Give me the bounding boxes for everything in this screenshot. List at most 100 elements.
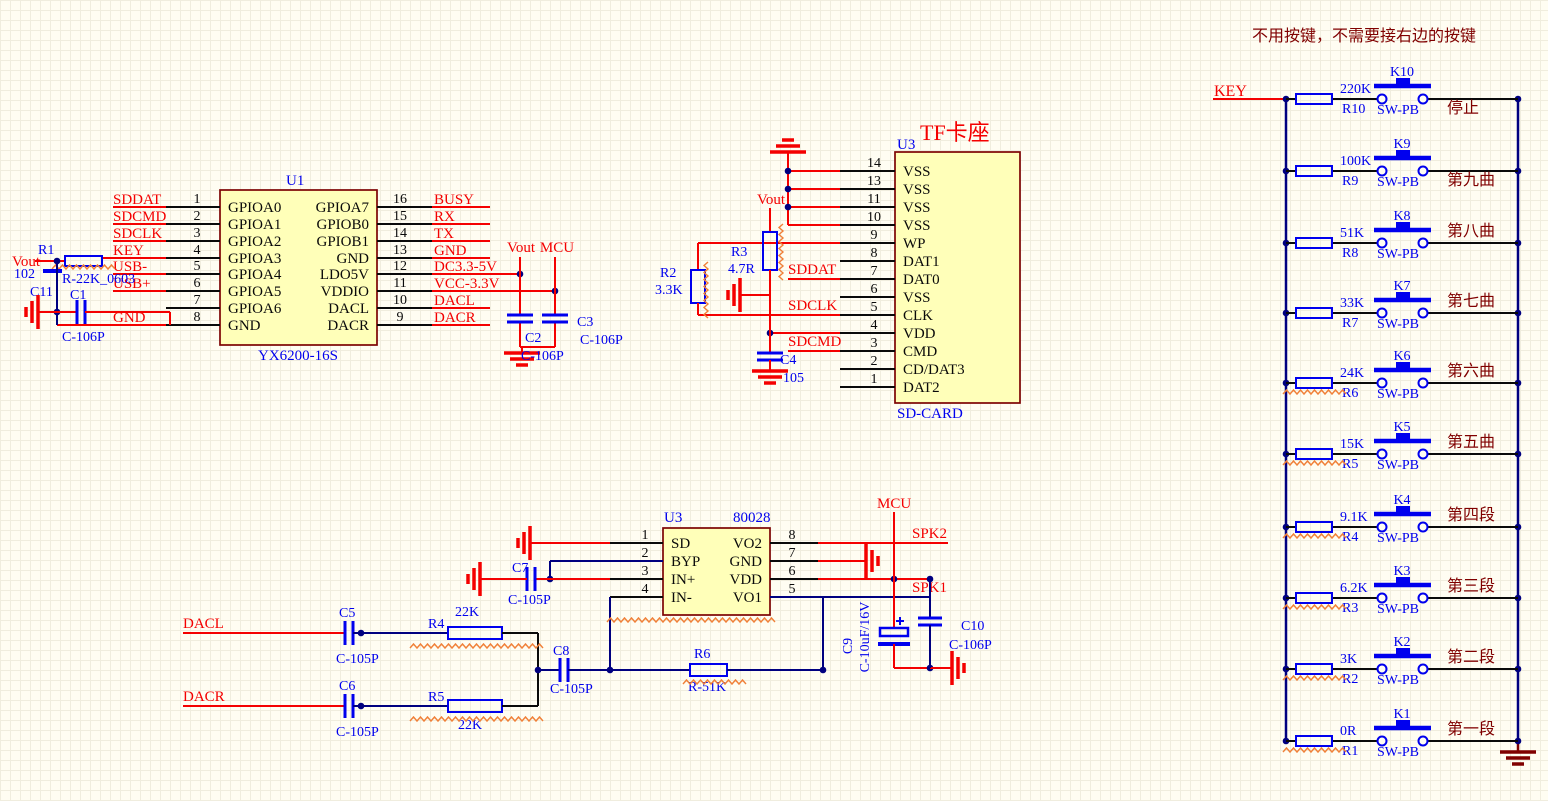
component-ref: K7 (1393, 279, 1410, 294)
component-ref: C11 (30, 285, 53, 300)
resistor-symbol[interactable] (691, 270, 705, 303)
net-label[interactable]: MCU (540, 240, 574, 256)
pin-number: 13 (867, 174, 881, 189)
resistor-symbol[interactable] (1296, 378, 1332, 388)
net-label[interactable]: DACL (183, 616, 224, 632)
component-value: SW-PB (1377, 531, 1419, 546)
wavy-marker (1283, 461, 1346, 465)
resistor-symbol[interactable] (1296, 238, 1332, 248)
net-label[interactable]: SDCLK (113, 226, 162, 242)
component-value: C-106P (949, 638, 992, 653)
resistor-symbol[interactable] (1296, 449, 1332, 459)
pin-number: 15 (393, 209, 407, 224)
song-label: 第五曲 (1447, 433, 1495, 451)
resistor-symbol[interactable] (1296, 522, 1332, 532)
pin-name: SD (671, 536, 690, 552)
resistor-symbol[interactable] (1296, 166, 1332, 176)
song-label: 第九曲 (1447, 171, 1495, 189)
net-label[interactable]: MCU (877, 496, 911, 512)
pin-name: LDO5V (320, 267, 369, 283)
net-label[interactable]: DACR (183, 689, 225, 705)
resistor-symbol[interactable] (763, 232, 777, 270)
component-value: SW-PB (1377, 602, 1419, 617)
pin-name: VDD (730, 572, 763, 588)
pin-name: GPIOA6 (228, 301, 282, 317)
net-label[interactable]: KEY (113, 243, 144, 259)
net-label[interactable]: DC3.3-5V (434, 259, 497, 275)
component-value: 15K (1340, 437, 1364, 452)
pin-number: 16 (393, 192, 407, 207)
net-label[interactable]: KEY (1214, 83, 1247, 100)
resistor-symbol[interactable] (448, 700, 502, 712)
component-value: SW-PB (1377, 103, 1419, 118)
net-label[interactable]: Vout (757, 192, 786, 208)
pin-number: 1 (642, 528, 649, 543)
net-label[interactable]: DACL (434, 293, 475, 309)
component-ref: R3 (731, 245, 747, 260)
component-value: 51K (1340, 226, 1364, 241)
pin-number: 13 (393, 243, 407, 258)
component-value: 33K (1340, 296, 1364, 311)
song-label: 第七曲 (1447, 292, 1495, 310)
pin-number: 5 (194, 259, 201, 274)
resistor-symbol[interactable] (1296, 308, 1332, 318)
net-label[interactable]: VCC-3.3V (434, 276, 500, 292)
pin-number: 2 (642, 546, 649, 561)
component-ref: K4 (1393, 493, 1410, 508)
wavy-marker (1283, 676, 1346, 680)
component-ref: U3 (664, 510, 682, 526)
resistor-symbol[interactable] (690, 664, 727, 676)
net-label[interactable]: SPK2 (912, 526, 947, 542)
net-label[interactable]: SDCLK (788, 298, 837, 314)
pin-name: IN+ (671, 572, 695, 588)
component-ref: C1 (70, 288, 86, 303)
pin-name: GPIOA3 (228, 251, 281, 267)
component-ref: R2 (1342, 672, 1358, 687)
net-label[interactable]: GND (434, 243, 467, 259)
component-value: C-105P (336, 652, 379, 667)
capacitor-symbol[interactable] (880, 628, 908, 636)
pin-number: 12 (393, 259, 407, 274)
pin-number: 1 (194, 192, 201, 207)
resistor-symbol[interactable] (1296, 593, 1332, 603)
net-label[interactable]: Vout (507, 240, 536, 256)
switch-contact (1419, 167, 1428, 176)
net-label[interactable]: RX (434, 209, 455, 225)
component-value: 3K (1340, 652, 1357, 667)
switch-contact (1419, 379, 1428, 388)
component-ref: K1 (1393, 707, 1410, 722)
component-value: C-105P (550, 682, 593, 697)
resistor-symbol[interactable] (1296, 736, 1332, 746)
component-ref: R3 (1342, 601, 1358, 616)
component-ref: C2 (525, 331, 541, 346)
component-ref: R2 (660, 266, 676, 281)
pin-name: DAT2 (903, 380, 940, 396)
pin-name: GPIOA4 (228, 267, 282, 283)
pin-name: CLK (903, 308, 933, 324)
switch-contact (1419, 95, 1428, 104)
net-label[interactable]: SDCMD (788, 334, 842, 350)
component-value: 0R (1340, 724, 1357, 739)
pin-number: 5 (789, 582, 796, 597)
net-label[interactable]: BUSY (434, 192, 474, 208)
pin-name: WP (903, 236, 926, 252)
net-label[interactable]: TX (434, 226, 454, 242)
pin-name: GND (228, 318, 261, 334)
net-label[interactable]: SDDAT (113, 192, 161, 208)
pin-number: 1 (871, 372, 878, 387)
pin-name: VDDIO (321, 284, 369, 300)
resistor-symbol[interactable] (1296, 664, 1332, 674)
pin-number: 9 (397, 310, 404, 325)
pin-number: 6 (871, 282, 878, 297)
net-label[interactable]: SDCMD (113, 209, 167, 225)
component-value: 9.1K (1340, 510, 1368, 525)
net-label[interactable]: SDDAT (788, 262, 836, 278)
resistor-symbol[interactable] (1296, 94, 1332, 104)
pin-number: 10 (393, 293, 407, 308)
net-label[interactable]: DACR (434, 310, 476, 326)
wavy-marker (779, 224, 783, 280)
pin-name: DAT0 (903, 272, 940, 288)
pin-name: GPIOA2 (228, 234, 281, 250)
component-ref: R1 (1342, 744, 1358, 759)
resistor-symbol[interactable] (448, 627, 502, 639)
